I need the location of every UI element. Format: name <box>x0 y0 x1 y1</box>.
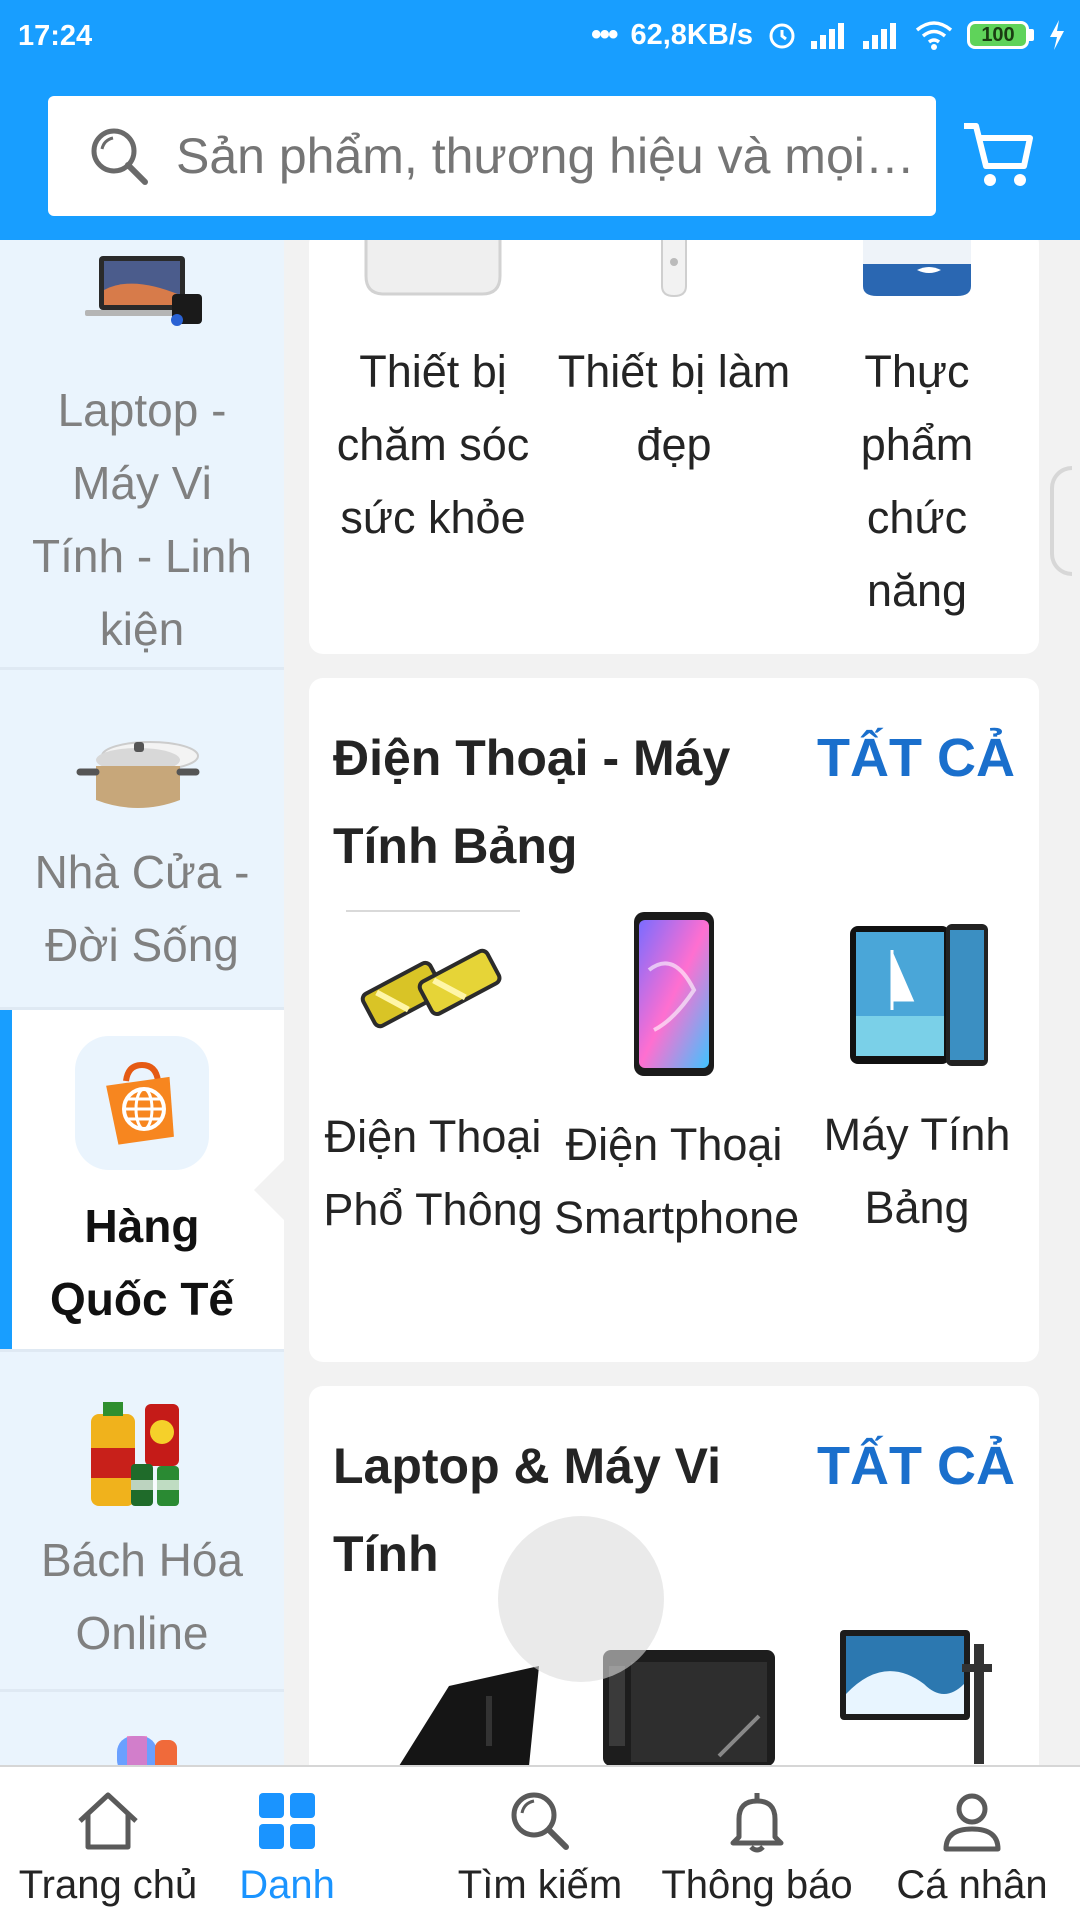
user-icon <box>943 1793 1001 1852</box>
pot-image <box>76 741 200 808</box>
status-time: 17:24 <box>18 20 93 52</box>
nav-notifications[interactable]: Thông báo <box>660 1785 854 1908</box>
section-card-phones: Điện Thoại - Máy Tính Bảng TẤT CẢ Điện T… <box>309 678 1039 1362</box>
grocery-image <box>91 1402 179 1506</box>
subcategory-item[interactable]: Máy Tính Bảng <box>797 910 1037 1244</box>
cart-button[interactable] <box>960 116 1036 196</box>
subcategory-item[interactable] <box>799 1624 1039 1764</box>
speaker-image <box>117 1736 177 1765</box>
subcategory-label: Thiết bị chăm sóc sức khỏe <box>336 346 530 543</box>
nav-search[interactable]: Tìm kiếm <box>450 1785 630 1908</box>
sidebar-item-label: Nhà Cửa - Đời Sống <box>34 846 250 971</box>
sidebar-item-laptop[interactable]: Laptop - Máy Vi Tính - Linh kiện <box>0 240 284 670</box>
section-card-laptops: Laptop & Máy Vi Tính TẤT CẢ <box>309 1386 1039 1765</box>
bell-icon <box>730 1793 784 1853</box>
sidebar-item-electronics[interactable] <box>0 1692 284 1765</box>
section-title: Điện Thoại - Máy Tính Bảng <box>333 730 731 874</box>
nav-label: Tìm kiếm <box>457 1863 623 1907</box>
search-input[interactable] <box>176 127 916 185</box>
active-notch <box>254 1160 284 1220</box>
search-icon <box>511 1792 569 1850</box>
nav-label: Cá nhân <box>896 1863 1048 1907</box>
network-speed: 62,8KB/s <box>630 18 753 51</box>
subcategory-label: Máy Tính Bảng <box>823 1109 1011 1233</box>
subcategory-label: Điện Thoại Smartphone <box>554 1119 800 1243</box>
touch-ripple <box>498 1516 664 1682</box>
laptop-image <box>85 256 202 326</box>
beauty-device-image <box>661 240 687 298</box>
wifi-icon <box>915 21 953 50</box>
subcategory-item[interactable]: Điện Thoại Phổ Thông <box>313 910 553 1246</box>
signal-icon <box>811 23 844 49</box>
sidebar-item-label: Laptop - Máy Vi Tính - Linh kiện <box>32 384 252 655</box>
app-header: 17:24 ••• 62,8KB/s 100 <box>0 0 1080 240</box>
alarm-icon <box>769 23 795 49</box>
nav-label: Trang chủ <box>18 1863 198 1907</box>
see-all-link[interactable]: TẤT CẢ <box>817 1426 1015 1506</box>
cart-icon <box>964 123 1033 186</box>
subcategory-label: Thiết bị làm đẹp <box>557 346 791 470</box>
see-all-link[interactable]: TẤT CẢ <box>817 718 1015 798</box>
nav-categories[interactable]: Danh <box>232 1785 342 1908</box>
category-sidebar: Laptop - Máy Vi Tính - Linh kiện Nhà Cửa… <box>0 240 284 1765</box>
subcategory-item[interactable]: Điện Thoại Smartphone <box>554 910 800 1254</box>
status-bar: 17:24 ••• 62,8KB/s 100 <box>0 0 1080 74</box>
more-dots-icon: ••• <box>590 18 618 51</box>
globe-bag-icon <box>106 1061 174 1145</box>
category-icon-tile <box>75 1036 209 1170</box>
search-icon <box>88 124 152 188</box>
subcategory-label: Điện Thoại Phổ Thông <box>323 1111 543 1235</box>
tablet-image <box>850 924 988 1066</box>
subcategory-item[interactable]: Thiết bị chăm sóc sức khỏe <box>313 240 553 554</box>
category-grid-icon <box>259 1793 315 1849</box>
home-icon <box>78 1792 138 1850</box>
active-indicator <box>0 1010 12 1349</box>
sidebar-item-home-living[interactable]: Nhà Cửa - Đời Sống <box>0 670 284 1010</box>
battery-icon: 100 <box>967 21 1034 49</box>
sidebar-item-label: Bách Hóa Online <box>40 1534 243 1659</box>
battery-level: 100 <box>967 21 1029 49</box>
sidebar-item-international[interactable]: Hàng Quốc Tế <box>0 1010 284 1352</box>
nav-label: Danh <box>239 1863 335 1907</box>
item-divider <box>346 910 520 912</box>
bottom-navigation: Trang chủ Danh Tìm kiếm Thông báo Cá nhâ… <box>0 1765 1080 1920</box>
sidebar-item-grocery[interactable]: Bách Hóa Online <box>0 1352 284 1692</box>
subcategory-item[interactable]: Thiết bị làm đẹp <box>554 240 794 481</box>
health-device-image <box>364 240 502 296</box>
section-card-health: Thiết bị chăm sóc sức khỏe Thiết bị làm … <box>309 240 1039 654</box>
nav-profile[interactable]: Cá nhân <box>896 1785 1048 1908</box>
subcategory-label: Thực phẩm chức năng <box>860 346 974 616</box>
scroll-handle[interactable] <box>1050 466 1072 576</box>
sidebar-item-label: Hàng Quốc Tế <box>49 1200 235 1325</box>
search-bar[interactable] <box>48 96 936 216</box>
monitor-image <box>840 1630 992 1764</box>
charging-icon <box>1050 20 1064 50</box>
status-icons: ••• 62,8KB/s 100 <box>591 18 1066 52</box>
supplement-image <box>863 240 971 296</box>
smartphone-image <box>634 912 714 1076</box>
feature-phone-image <box>360 948 502 1029</box>
nav-home[interactable]: Trang chủ <box>18 1785 198 1908</box>
signal-icon <box>863 23 896 49</box>
nav-label: Thông báo <box>661 1863 853 1907</box>
subcategory-item[interactable]: Thực phẩm chức năng <box>797 240 1037 627</box>
category-content: Thiết bị chăm sóc sức khỏe Thiết bị làm … <box>284 240 1080 1765</box>
